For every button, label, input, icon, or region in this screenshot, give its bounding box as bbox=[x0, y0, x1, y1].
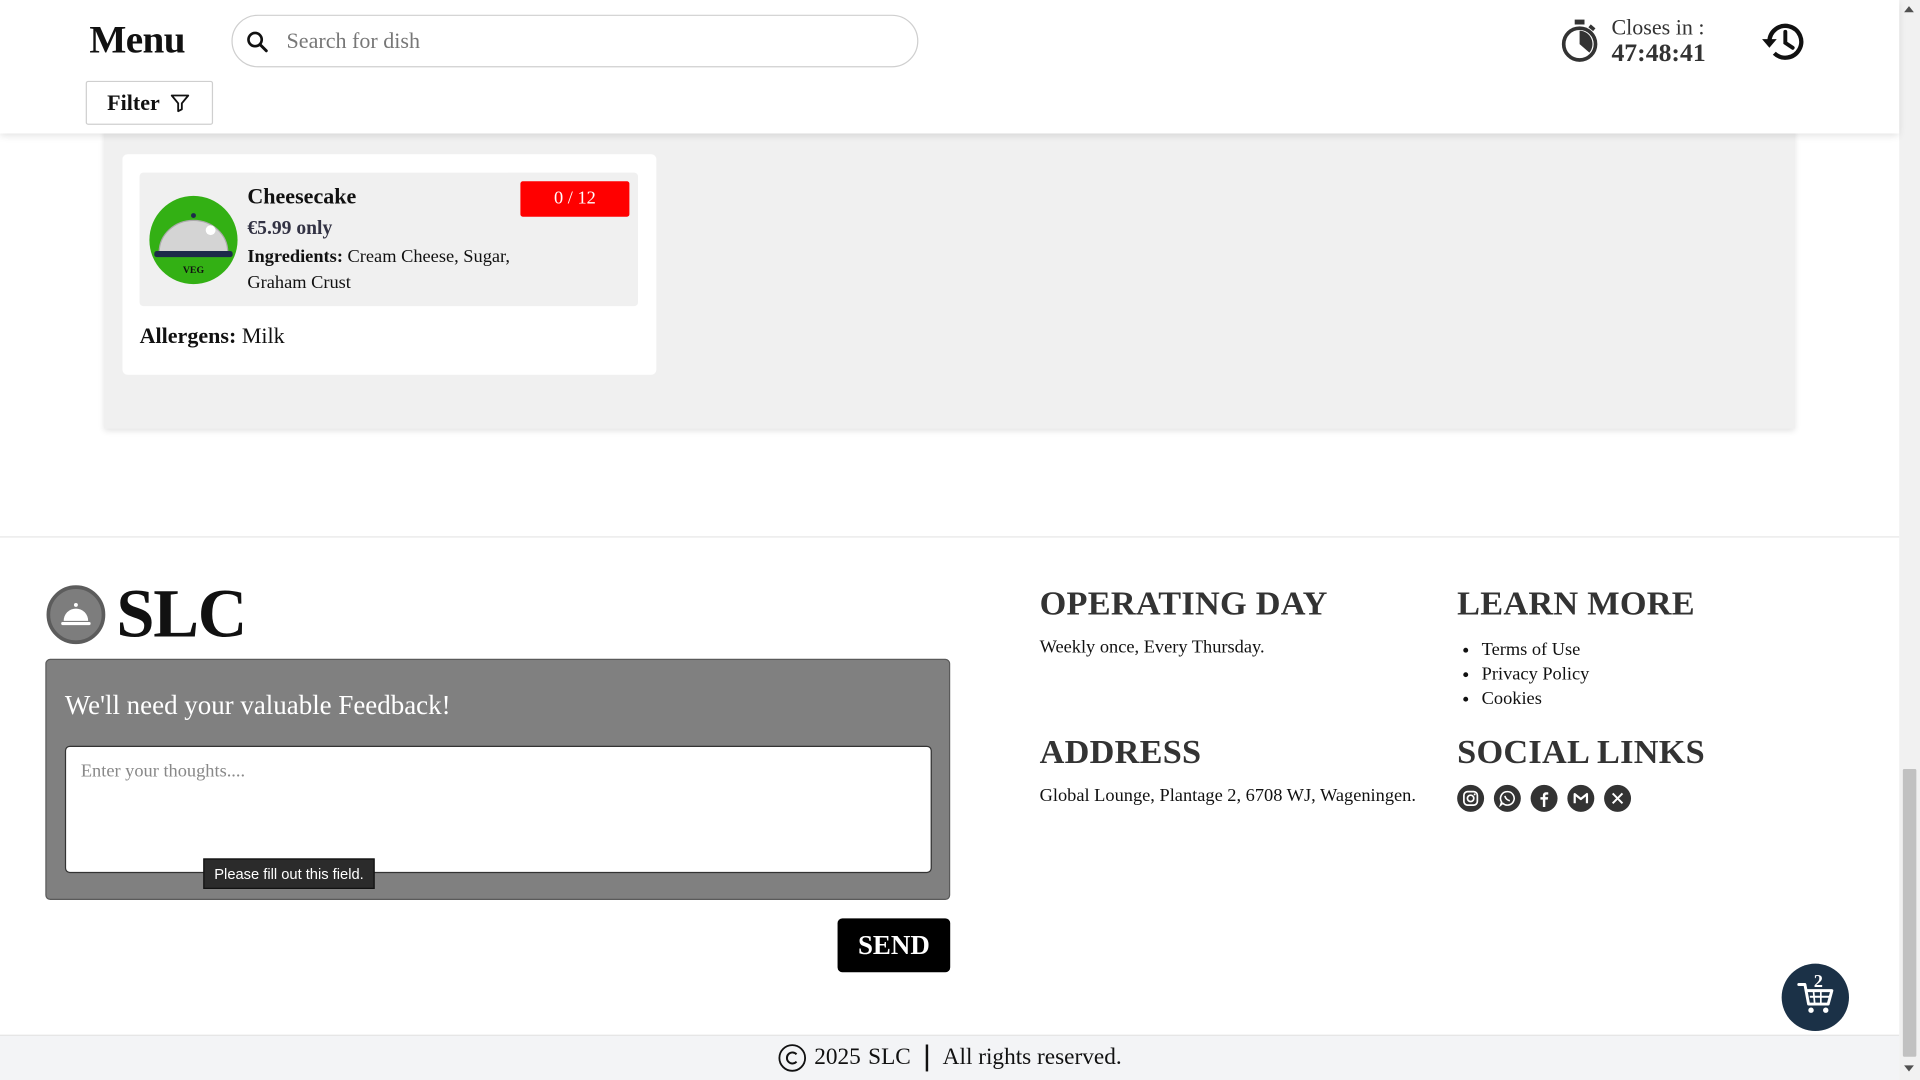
quantity-badge[interactable]: 0 / 12 bbox=[520, 181, 630, 217]
ingredients-label: Ingredients: bbox=[247, 247, 343, 267]
page-scrollbar[interactable] bbox=[1899, 0, 1920, 1080]
terms-link[interactable]: Terms of Use bbox=[1482, 638, 1590, 662]
copyright-text: All rights reserved. bbox=[942, 1044, 1122, 1071]
operating-day-text: Weekly once, Every Thursday. bbox=[1039, 637, 1265, 658]
history-icon[interactable] bbox=[1760, 17, 1809, 66]
dish-ingredients: Ingredients: Cream Cheese, Sugar, Graham… bbox=[247, 245, 541, 296]
learn-more-links: Terms of Use Privacy Policy Cookies bbox=[1482, 638, 1590, 711]
scrollbar-thumb[interactable] bbox=[1902, 768, 1917, 1057]
social-links-heading: SOCIAL LINKS bbox=[1457, 733, 1705, 772]
logo bbox=[46, 585, 106, 645]
footer-brand: SLC bbox=[46, 576, 247, 653]
search-icon bbox=[247, 31, 268, 52]
validation-tooltip: Please fill out this field. bbox=[203, 858, 375, 889]
brand-name: SLC bbox=[116, 576, 247, 653]
page-title: Menu bbox=[89, 17, 185, 62]
send-button[interactable]: SEND bbox=[837, 918, 951, 973]
filter-label: Filter bbox=[107, 90, 160, 115]
feedback-title: We'll need your valuable Feedback! bbox=[64, 689, 451, 721]
search-input[interactable] bbox=[286, 28, 875, 54]
address-text: Global Lounge, Plantage 2, 6708 WJ, Wage… bbox=[1039, 786, 1416, 806]
operating-day-heading: OPERATING DAY bbox=[1039, 585, 1328, 624]
copyright-separator bbox=[925, 1044, 928, 1072]
instagram-icon[interactable] bbox=[1457, 784, 1485, 812]
cart-count-badge: 2 bbox=[1813, 972, 1823, 992]
scroll-up-arrow[interactable] bbox=[1904, 6, 1914, 13]
gmail-icon[interactable] bbox=[1567, 784, 1595, 812]
allergens: Allergens: Milk bbox=[140, 323, 285, 349]
facebook-icon[interactable] bbox=[1530, 784, 1558, 812]
social-links bbox=[1457, 784, 1632, 812]
x-icon[interactable] bbox=[1604, 784, 1632, 812]
address-heading: ADDRESS bbox=[1039, 733, 1202, 772]
veg-label: VEG bbox=[182, 264, 205, 276]
dish-price: €5.99 only bbox=[247, 217, 333, 239]
search-bar[interactable] bbox=[231, 14, 919, 68]
copyright-icon bbox=[778, 1044, 807, 1072]
filter-icon bbox=[171, 94, 190, 113]
cloche-logo-icon bbox=[61, 602, 91, 626]
veg-badge: VEG bbox=[149, 195, 238, 285]
allergens-value: Milk bbox=[241, 323, 285, 348]
feedback-input[interactable] bbox=[64, 745, 932, 874]
filter-button[interactable]: Filter bbox=[85, 80, 214, 125]
cookies-link[interactable]: Cookies bbox=[1482, 687, 1590, 711]
allergens-label: Allergens: bbox=[139, 323, 237, 348]
feedback-panel: We'll need your valuable Feedback! bbox=[45, 658, 951, 901]
closing-timer: Closes in : 47:48:41 bbox=[1560, 15, 1706, 66]
whatsapp-icon[interactable] bbox=[1493, 784, 1521, 812]
learn-more-heading: LEARN MORE bbox=[1457, 585, 1695, 624]
footer-divider bbox=[0, 536, 1900, 538]
stopwatch-icon bbox=[1561, 19, 1598, 62]
scroll-down-arrow[interactable] bbox=[1904, 1065, 1914, 1072]
dish-name: Cheesecake bbox=[247, 183, 357, 209]
copyright-brand: SLC bbox=[868, 1044, 911, 1071]
top-header: Menu Filter Closes in : 47:48:4 bbox=[0, 0, 1900, 134]
copyright-year: 2025 bbox=[814, 1044, 861, 1071]
timer-value: 47:48:41 bbox=[1611, 37, 1706, 68]
timer-label: Closes in : bbox=[1611, 14, 1705, 40]
copyright-bar: 2025 SLC All rights reserved. bbox=[0, 1034, 1900, 1080]
privacy-link[interactable]: Privacy Policy bbox=[1482, 662, 1590, 686]
